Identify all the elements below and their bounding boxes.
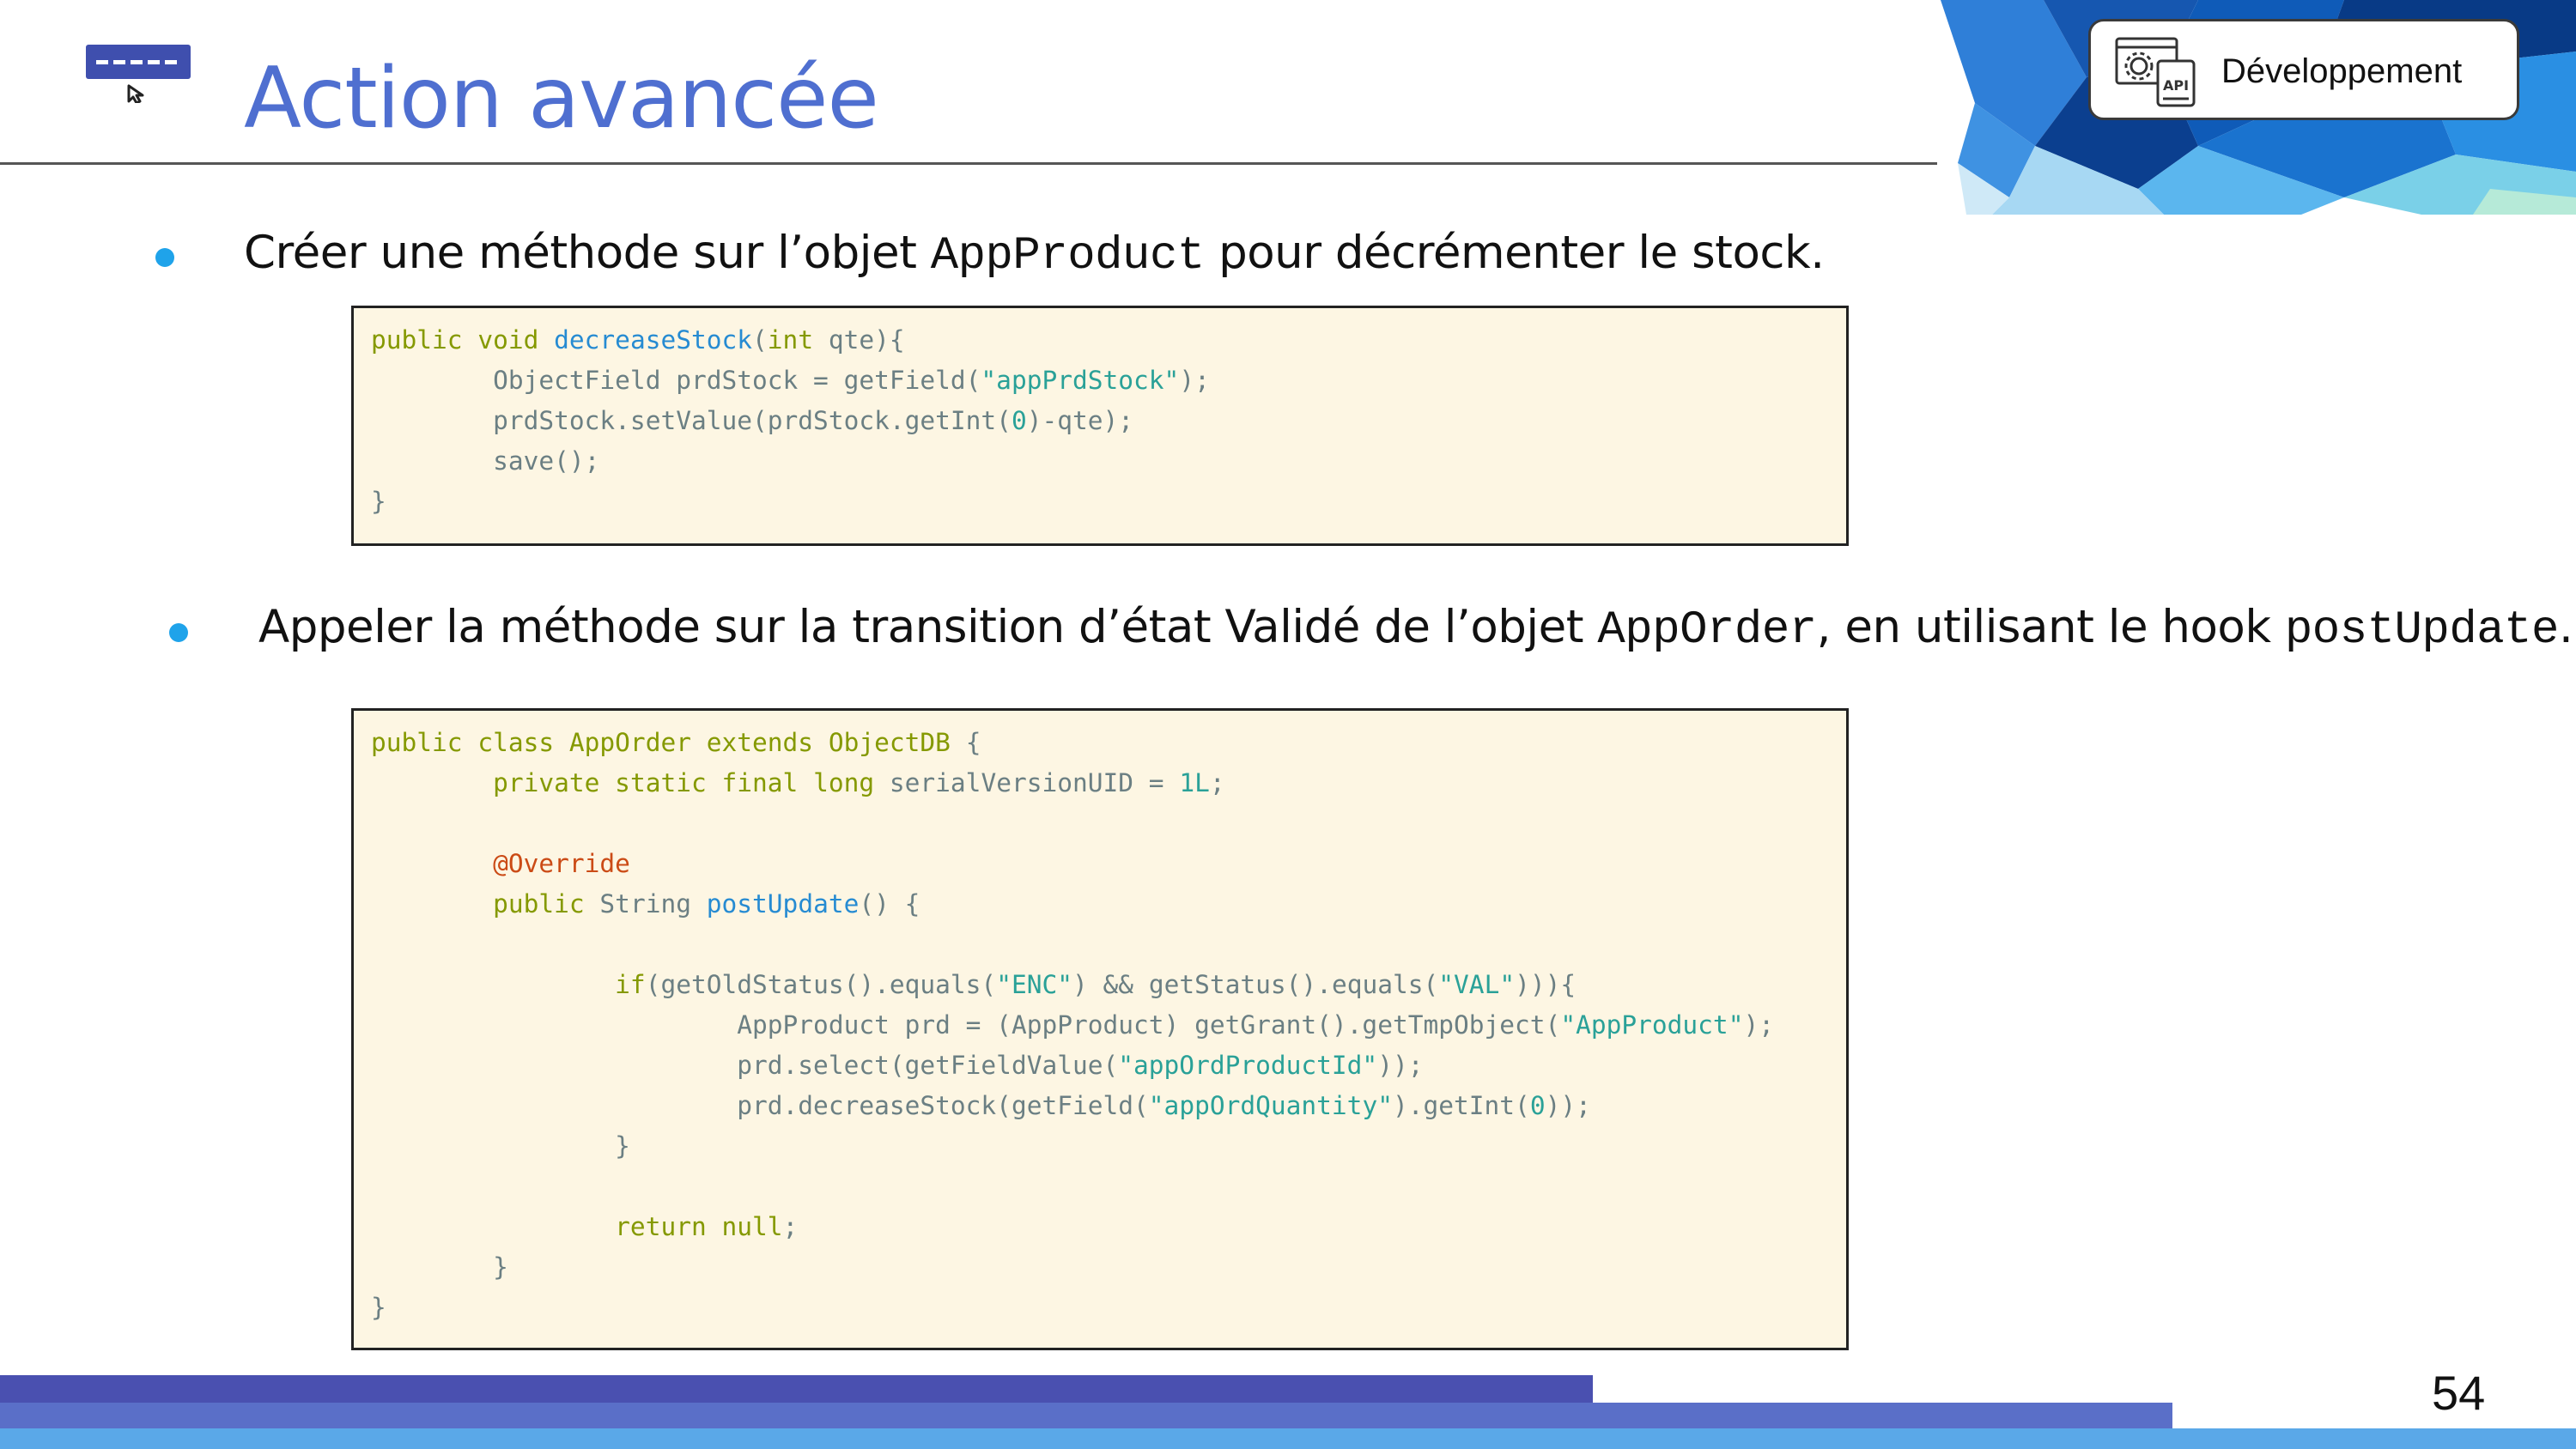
code-token: extends <box>690 728 829 757</box>
inline-code-apporder: AppOrder <box>1597 604 1817 657</box>
code-line: } <box>371 482 1846 522</box>
code-token: } <box>371 1252 508 1282</box>
code-token: "appPrdStock" <box>981 366 1180 395</box>
code-token: 1L <box>1179 768 1210 797</box>
code-block-decrease-stock: public void decreaseStock(int qte){ Obje… <box>351 306 1849 546</box>
title-divider <box>0 162 1937 165</box>
page-title: Action avancée <box>244 50 879 148</box>
code-token: ; <box>1209 768 1225 797</box>
code-token: { <box>950 728 981 757</box>
inline-code-appproduct: AppProduct <box>930 230 1206 282</box>
code-token: ))){ <box>1515 970 1577 999</box>
code-token: "appOrdProductId" <box>1118 1051 1378 1080</box>
bullet-marker <box>169 623 188 642</box>
code-token: prdStock.setValue(prdStock.getInt( <box>371 406 1012 435</box>
footer-bar-dark <box>0 1375 1593 1404</box>
code-token: ( <box>752 325 768 355</box>
code-token: ObjectField prdStock = getField( <box>371 366 981 395</box>
bullet-text: , en utilisant le hook <box>1816 601 2285 653</box>
code-token: ObjectDB <box>828 728 951 757</box>
code-line: private static final long serialVersionU… <box>371 763 1846 803</box>
code-token: serialVersionUID = <box>889 768 1180 797</box>
footer-bar-light <box>0 1428 2576 1449</box>
code-token: prd.decreaseStock(getField( <box>371 1091 1149 1120</box>
bullet-call-method: Appeler la méthode sur la transition d’é… <box>258 601 2573 657</box>
code-token: 0 <box>1529 1091 1546 1120</box>
code-token: save(); <box>371 446 600 476</box>
code-line: public class AppOrder extends ObjectDB { <box>371 723 1846 763</box>
code-token: "AppProduct" <box>1560 1010 1744 1040</box>
code-token: qte){ <box>813 325 905 355</box>
code-token: public <box>493 889 600 919</box>
code-line: ObjectField prdStock = getField("appPrdS… <box>371 361 1846 401</box>
inline-code-postupdate: postUpdate <box>2284 604 2560 657</box>
bullet-text: Appeler la méthode sur la transition d’é… <box>258 601 1598 653</box>
code-line: save(); <box>371 441 1846 482</box>
code-token: )); <box>1377 1051 1424 1080</box>
code-token: public class <box>371 728 569 757</box>
code-token: } <box>371 487 386 516</box>
code-token: String <box>599 889 707 919</box>
code-token: () { <box>859 889 920 919</box>
code-token: private static final long <box>493 768 890 797</box>
code-token: } <box>371 1131 630 1161</box>
category-label: Développement <box>2221 52 2463 90</box>
code-line: } <box>371 1126 1846 1167</box>
code-token: public void <box>371 325 555 355</box>
code-token: prd.select(getFieldValue( <box>371 1051 1119 1080</box>
code-line: @Override <box>371 844 1846 884</box>
code-token: return null <box>615 1212 783 1241</box>
code-token: 0 <box>1011 406 1027 435</box>
code-line: if(getOldStatus().equals("ENC") && getSt… <box>371 965 1846 1005</box>
code-line: } <box>371 1288 1846 1328</box>
code-line: AppProduct prd = (AppProduct) getGrant()… <box>371 1005 1846 1046</box>
code-token: decreaseStock <box>554 325 753 355</box>
code-token: postUpdate <box>706 889 860 919</box>
code-token: "VAL" <box>1438 970 1516 999</box>
bullet-text: pour décrémenter le stock. <box>1204 227 1825 279</box>
code-token: "ENC" <box>996 970 1073 999</box>
code-token: ; <box>782 1212 799 1241</box>
code-line: prd.decreaseStock(getField("appOrdQuanti… <box>371 1086 1846 1126</box>
bullet-marker <box>155 248 174 267</box>
bullet-text: . <box>2558 601 2573 653</box>
action-button-cursor-icon <box>86 45 191 103</box>
bullet-create-method: Créer une méthode sur l’objet AppProduct… <box>244 227 1825 282</box>
code-token: } <box>371 1293 386 1322</box>
code-token: int <box>767 325 814 355</box>
code-token: (getOldStatus().equals( <box>645 970 997 999</box>
code-token: "appOrdQuantity" <box>1148 1091 1393 1120</box>
api-settings-icon: API <box>2115 37 2196 107</box>
code-token: @Override <box>493 849 630 878</box>
code-line: prdStock.setValue(prdStock.getInt(0)-qte… <box>371 401 1846 441</box>
code-token: ).getInt( <box>1392 1091 1530 1120</box>
code-token: ) && getStatus().equals( <box>1072 970 1439 999</box>
code-line: return null; <box>371 1207 1846 1247</box>
code-line: public void decreaseStock(int qte){ <box>371 320 1846 361</box>
code-token: )-qte); <box>1026 406 1134 435</box>
footer-bar-mid <box>0 1403 2172 1428</box>
code-token: )); <box>1545 1091 1591 1120</box>
code-line: prd.select(getFieldValue("appOrdProductI… <box>371 1046 1846 1086</box>
code-block-post-update: public class AppOrder extends ObjectDB {… <box>351 708 1849 1350</box>
bullet-text: Créer une méthode sur l’objet <box>244 227 931 279</box>
code-token: if <box>615 970 646 999</box>
page-number: 54 <box>2432 1366 2486 1420</box>
code-line: } <box>371 1247 1846 1288</box>
category-badge: API Développement <box>2088 19 2519 120</box>
code-token: AppProduct prd = (AppProduct) getGrant()… <box>371 1010 1561 1040</box>
code-line: public String postUpdate() { <box>371 884 1846 925</box>
svg-text:API: API <box>2163 77 2189 94</box>
code-token: ); <box>1179 366 1210 395</box>
code-token: ); <box>1743 1010 1774 1040</box>
code-token: AppOrder <box>568 728 691 757</box>
